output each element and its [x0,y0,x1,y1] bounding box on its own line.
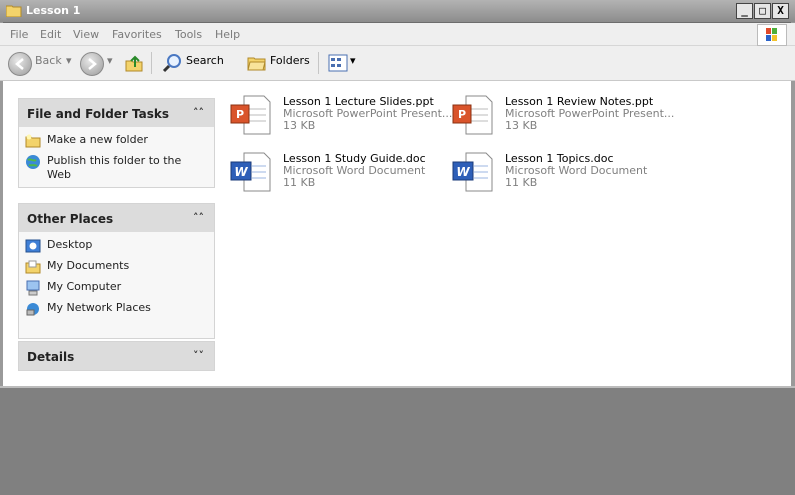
globe-icon [26,155,40,169]
toolbar: Back ▾ ▾ Search Folders ▾ [0,46,795,81]
folders-button[interactable]: Folders [270,54,310,67]
maximize-button[interactable]: □ [754,3,771,19]
collapse-chevron-icon[interactable]: ˄˄ [193,106,204,119]
folders-icon[interactable] [247,54,267,72]
file-folder-tasks-header[interactable]: File and Folder Tasks ˄˄ [19,99,214,127]
up-folder-icon[interactable] [124,53,144,73]
file-size: 13 KB [505,119,538,132]
windows-logo-icon [757,24,787,46]
file-item[interactable]: P Lesson 1 Lecture Slides.ppt Microsoft … [230,95,460,135]
forward-button[interactable] [80,52,104,76]
views-dropdown-icon[interactable]: ▾ [350,54,356,67]
search-button[interactable]: Search [186,54,224,67]
new-folder-icon [25,134,41,148]
other-places-panel: Other Places ˄˄ Desktop My Documents My … [18,203,215,339]
file-item[interactable]: W Lesson 1 Topics.doc Microsoft Word Doc… [452,152,682,192]
back-dropdown-icon[interactable]: ▾ [66,54,72,67]
menu-file[interactable]: File [10,28,28,41]
folder-icon [6,5,22,17]
svg-text:W: W [234,165,248,179]
back-button[interactable] [8,52,32,76]
background-area [0,386,795,495]
file-size: 11 KB [283,176,316,189]
panel-title: File and Folder Tasks [27,107,170,121]
expand-chevron-icon[interactable]: ˅˅ [193,349,204,362]
place-label: My Computer [47,280,122,293]
window-title: Lesson 1 [26,4,81,17]
menu-bar: File Edit View Favorites Tools Help [0,23,795,46]
toolbar-separator [151,52,152,74]
network-places-icon [26,303,39,316]
menu-tools[interactable]: Tools [175,28,202,41]
other-places-header[interactable]: Other Places ˄˄ [19,204,214,232]
desktop-icon [25,239,41,253]
toolbar-separator [318,52,319,74]
forward-arrow-icon [88,58,97,70]
views-icon[interactable] [328,54,348,72]
file-size: 11 KB [505,176,538,189]
file-size: 13 KB [283,119,316,132]
my-documents-link[interactable]: My Documents [25,259,208,277]
title-bar: Lesson 1 _ □ X [0,0,795,23]
file-folder-tasks-panel: File and Folder Tasks ˄˄ Make a new fold… [18,98,215,188]
my-computer-link[interactable]: My Computer [25,280,208,298]
menu-edit[interactable]: Edit [40,28,61,41]
my-network-places-link[interactable]: My Network Places [25,301,208,319]
word-icon: W [230,152,271,192]
word-icon: W [452,152,493,192]
close-button[interactable]: X [772,3,789,19]
window-controls: _ □ X [735,3,789,19]
task-label: Make a new folder [47,133,148,146]
search-icon[interactable] [162,53,182,73]
forward-dropdown-icon[interactable]: ▾ [107,54,113,67]
panel-title: Details [27,350,75,364]
back-label[interactable]: Back [35,54,62,67]
desktop-link[interactable]: Desktop [25,238,208,256]
my-documents-icon [25,260,41,274]
panel-title: Other Places [27,212,114,226]
svg-text:P: P [458,108,466,121]
file-item[interactable]: W Lesson 1 Study Guide.doc Microsoft Wor… [230,152,460,192]
place-label: My Documents [47,259,130,272]
my-computer-icon [26,280,40,296]
make-new-folder-link[interactable]: Make a new folder [25,133,208,151]
collapse-chevron-icon[interactable]: ˄˄ [193,211,204,224]
back-arrow-icon [15,58,24,70]
svg-text:P: P [236,108,244,121]
powerpoint-icon: P [452,95,493,135]
menu-favorites[interactable]: Favorites [112,28,162,41]
place-label: Desktop [47,238,93,251]
menu-help[interactable]: Help [215,28,240,41]
details-header[interactable]: Details ˅˅ [19,342,214,370]
publish-folder-link[interactable]: Publish this folder to the Web [25,154,208,182]
svg-text:W: W [456,165,470,179]
powerpoint-icon: P [230,95,271,135]
task-label: Publish this folder to the Web [47,154,182,181]
file-item[interactable]: P Lesson 1 Review Notes.ppt Microsoft Po… [452,95,682,135]
menu-view[interactable]: View [73,28,99,41]
details-panel: Details ˅˅ [18,341,215,371]
minimize-button[interactable]: _ [736,3,753,19]
place-label: My Network Places [47,301,151,314]
